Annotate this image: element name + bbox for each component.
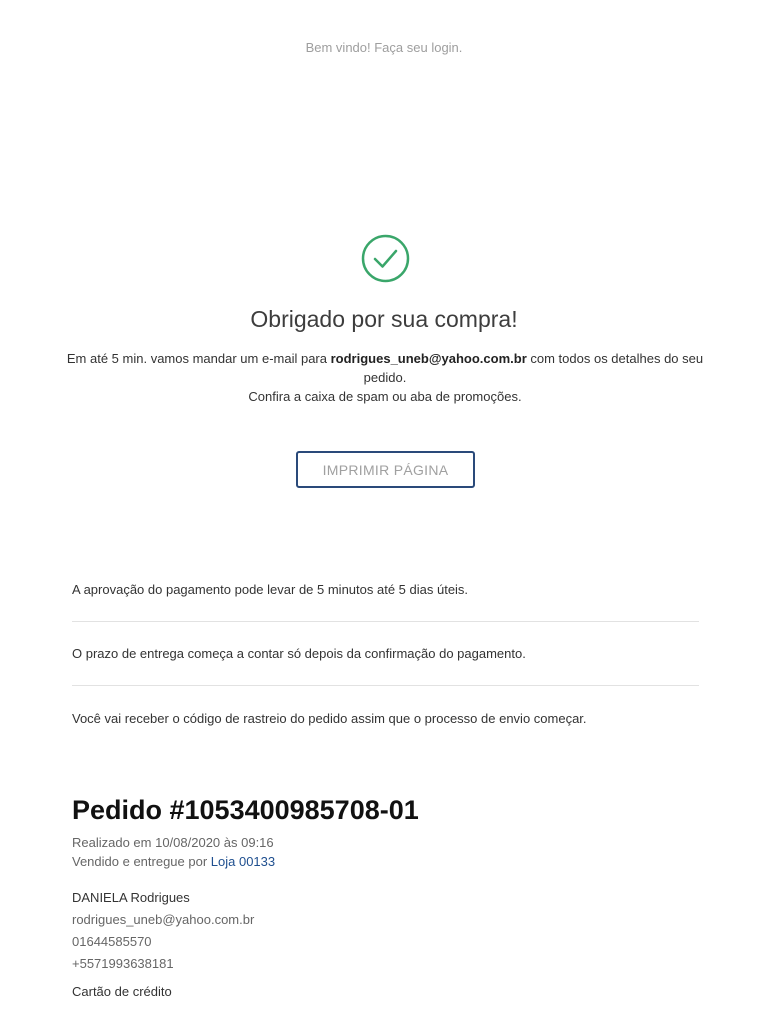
info-item-tracking-code: Você vai receber o código de rastreio do… xyxy=(72,710,587,726)
thank-you-title: Obrigado por sua compra! xyxy=(250,306,518,332)
welcome-login-text[interactable]: Bem vindo! Faça seu login. xyxy=(0,40,768,55)
confirmation-message: Em até 5 min. vamos mandar um e-mail par… xyxy=(56,349,714,406)
info-item-payment-approval: A aprovação do pagamento pode levar de 5… xyxy=(72,558,699,622)
check-circle-icon xyxy=(361,234,410,283)
order-number-title: Pedido #1053400985708-01 xyxy=(72,795,419,825)
customer-info: DANIELA Rodrigues rodrigues_uneb@yahoo.c… xyxy=(72,887,254,975)
customer-phone-1: 01644585570 xyxy=(72,934,152,949)
order-confirmation-page: Bem vindo! Faça seu login. Obrigado por … xyxy=(0,0,768,1024)
info-item-delivery-deadline: O prazo de entrega começa a contar só de… xyxy=(72,622,699,686)
customer-phone-2: +5571993638181 xyxy=(72,956,174,971)
store-link[interactable]: Loja 00133 xyxy=(211,854,275,869)
customer-name: DANIELA Rodrigues xyxy=(72,890,190,905)
customer-email-highlight: rodrigues_uneb@yahoo.com.br xyxy=(330,351,527,366)
order-seller: Vendido e entregue por Loja 00133 xyxy=(72,852,275,871)
print-page-button[interactable]: IMPRIMIR PÁGINA xyxy=(296,451,475,488)
order-meta: Realizado em 10/08/2020 às 09:16 Vendido… xyxy=(72,833,275,871)
spam-notice: Confira a caixa de spam ou aba de promoç… xyxy=(248,389,522,404)
message-prefix: Em até 5 min. vamos mandar um e-mail par… xyxy=(66,351,331,366)
payment-method-partial: Cartão de crédito xyxy=(72,984,172,999)
info-list: A aprovação do pagamento pode levar de 5… xyxy=(72,558,699,750)
customer-email: rodrigues_uneb@yahoo.com.br xyxy=(72,912,255,927)
order-placed-date: Realizado em 10/08/2020 às 09:16 xyxy=(72,835,274,850)
sold-by-label: Vendido e entregue por xyxy=(72,854,211,869)
